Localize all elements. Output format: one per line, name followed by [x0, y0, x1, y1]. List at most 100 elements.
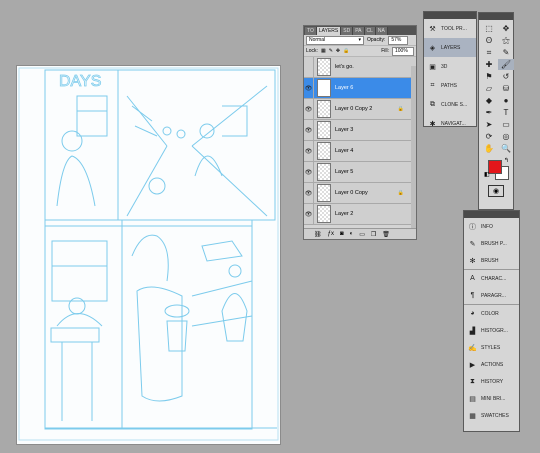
document-canvas[interactable]: DAYS: [16, 65, 281, 445]
stamp-icon[interactable]: ⚑: [481, 71, 497, 82]
eye-icon[interactable]: 👁: [304, 141, 314, 161]
visibility-toggle[interactable]: [304, 57, 314, 77]
layer-thumbnail: [317, 163, 331, 181]
eye-icon[interactable]: 👁: [304, 78, 314, 98]
quick-mask-icon[interactable]: ◉: [488, 185, 504, 197]
brush-presets-icon: ✎: [469, 240, 476, 248]
brush-icon[interactable]: 🖌: [498, 59, 514, 70]
hand-icon[interactable]: ✋: [481, 143, 497, 154]
chevron-down-icon: ▾: [358, 36, 361, 43]
history-brush-icon[interactable]: ↺: [498, 71, 514, 82]
dock-item-info[interactable]: ⓘ INFO: [464, 218, 519, 235]
delete-layer-icon[interactable]: 🗑: [382, 231, 390, 238]
layer-row[interactable]: 👁 Layer 6: [304, 78, 416, 99]
layer-name: Layer 0 Copy: [335, 190, 368, 196]
blur-icon[interactable]: ◆: [481, 95, 497, 106]
lock-icon: 🔒: [397, 106, 404, 112]
dock-item-layers[interactable]: ◈ LAYERS: [424, 38, 476, 57]
dock-item-actions[interactable]: ▶ ACTIONS: [464, 356, 519, 373]
layer-thumbnail: [317, 58, 331, 76]
dock-header[interactable]: [464, 211, 519, 218]
opacity-input[interactable]: 57%: [388, 35, 409, 45]
adjustment-layer-icon[interactable]: ◐: [350, 231, 354, 237]
zoom-icon[interactable]: 🔍: [498, 143, 514, 154]
marquee-icon[interactable]: ⬚: [481, 23, 497, 34]
layer-row[interactable]: let's go.: [304, 57, 416, 78]
swap-colors-icon[interactable]: ↰: [504, 157, 509, 164]
dock-item-history[interactable]: ⧗ HISTORY: [464, 373, 519, 390]
dock-item-3d[interactable]: ▣ 3D: [424, 57, 476, 76]
layer-name: let's go.: [335, 64, 354, 70]
tab-navigator[interactable]: NA: [375, 27, 388, 35]
3d-rotate-icon[interactable]: ⟳: [481, 131, 497, 142]
dock-item-character[interactable]: A CHARAC...: [464, 270, 519, 287]
tab-tool-presets[interactable]: TO: [305, 27, 317, 35]
pen-icon[interactable]: ✒: [481, 107, 497, 118]
dock-item-styles[interactable]: ✍ STYLES: [464, 339, 519, 356]
dock-item-paragraph[interactable]: ¶ PARAGR...: [464, 287, 519, 305]
healing-brush-icon[interactable]: ✚: [481, 59, 497, 70]
dock-item-paths[interactable]: ⌗ PATHS: [424, 76, 476, 95]
3d-camera-icon[interactable]: ◎: [498, 131, 514, 142]
dock-item-color[interactable]: ◕ COLOR: [464, 305, 519, 322]
tools-header[interactable]: [479, 13, 513, 20]
blend-mode-select[interactable]: Normal ▾: [306, 35, 364, 45]
layer-row[interactable]: 👁 Layer 5: [304, 162, 416, 183]
lock-image-icon[interactable]: ✎: [329, 48, 333, 54]
lock-transparency-icon[interactable]: ▦: [321, 48, 326, 54]
new-layer-icon[interactable]: ❐: [371, 231, 376, 238]
layers-panel-tabs: TO LAYERS SD PA CL NA: [304, 26, 416, 35]
tools-panel: ⬚ ✥ ʘ ⚝ ⌗ ✎ ✚ 🖌 ⚑ ↺ ▱ ⛁ ◆ ● ✒ T ➤ ▭ ⟳ ◎ …: [478, 12, 514, 210]
dodge-icon[interactable]: ●: [498, 95, 514, 106]
dock-item-brush[interactable]: ✻ BRUSH: [464, 252, 519, 270]
eye-icon[interactable]: 👁: [304, 204, 314, 224]
layer-row[interactable]: 👁 Layer 2: [304, 204, 416, 225]
lock-icon: 🔒: [397, 190, 404, 196]
eye-icon[interactable]: 👁: [304, 120, 314, 140]
bucket-icon[interactable]: ⛁: [498, 83, 514, 94]
dock-item-histogram[interactable]: ▟ HISTOGR...: [464, 322, 519, 339]
path-select-icon[interactable]: ➤: [481, 119, 497, 130]
foreground-color-swatch[interactable]: [488, 160, 502, 174]
new-group-icon[interactable]: ▭: [359, 231, 365, 238]
panel-dock-top: ⚒ TOOL PR... ◈ LAYERS ▣ 3D ⌗ PATHS ⧉ CLONE S.…: [423, 11, 477, 128]
lock-position-icon[interactable]: ✥: [336, 48, 340, 54]
eye-icon[interactable]: 👁: [304, 183, 314, 203]
layer-row[interactable]: 👁 Layer 0 Copy 2 🔒: [304, 99, 416, 120]
eyedropper-icon[interactable]: ✎: [498, 47, 514, 58]
layer-row[interactable]: 👁 Layer 0 Copy 🔒: [304, 183, 416, 204]
dock-item-tool-presets[interactable]: ⚒ TOOL PR...: [424, 19, 476, 38]
type-icon[interactable]: T: [498, 107, 514, 118]
eye-icon[interactable]: 👁: [304, 99, 314, 119]
layer-row[interactable]: 👁 Layer 3: [304, 120, 416, 141]
layer-row[interactable]: 👁 Layer 4: [304, 141, 416, 162]
dock-item-brush-presets[interactable]: ✎ BRUSH P...: [464, 235, 519, 252]
lock-all-icon[interactable]: 🔒: [343, 48, 349, 54]
tab-3d[interactable]: SD: [341, 27, 354, 35]
layer-thumbnail: [317, 184, 331, 202]
crop-icon[interactable]: ⌗: [481, 47, 497, 58]
fx-icon[interactable]: ƒx: [328, 231, 334, 237]
move-icon[interactable]: ✥: [498, 23, 514, 34]
fill-input[interactable]: 100%: [392, 46, 414, 56]
magic-wand-icon[interactable]: ⚝: [498, 35, 514, 46]
styles-icon: ✍: [468, 344, 477, 352]
lasso-icon[interactable]: ʘ: [481, 35, 497, 46]
link-layers-icon[interactable]: ⛓: [314, 231, 322, 238]
layers-scrollbar[interactable]: [411, 66, 416, 229]
dock-item-mini-bridge[interactable]: ▤ MINI BRI...: [464, 390, 519, 407]
tab-paths[interactable]: PA: [353, 27, 365, 35]
character-icon: A: [470, 275, 475, 282]
dock-item-swatches[interactable]: ▦ SWATCHES: [464, 407, 519, 424]
eye-icon[interactable]: 👁: [304, 162, 314, 182]
dock-item-navigator[interactable]: ✱ NAVIGAT...: [424, 114, 476, 133]
eraser-icon[interactable]: ▱: [481, 83, 497, 94]
dock-item-clone-source[interactable]: ⧉ CLONE S...: [424, 95, 476, 114]
shape-icon[interactable]: ▭: [498, 119, 514, 130]
add-mask-icon[interactable]: ◙: [340, 231, 344, 237]
tab-clone-source[interactable]: CL: [364, 27, 376, 35]
tab-layers[interactable]: LAYERS: [316, 27, 342, 35]
default-colors-icon[interactable]: ◧: [484, 171, 490, 178]
dock-header[interactable]: [424, 12, 476, 19]
dock-item-label: COLOR: [481, 310, 499, 317]
